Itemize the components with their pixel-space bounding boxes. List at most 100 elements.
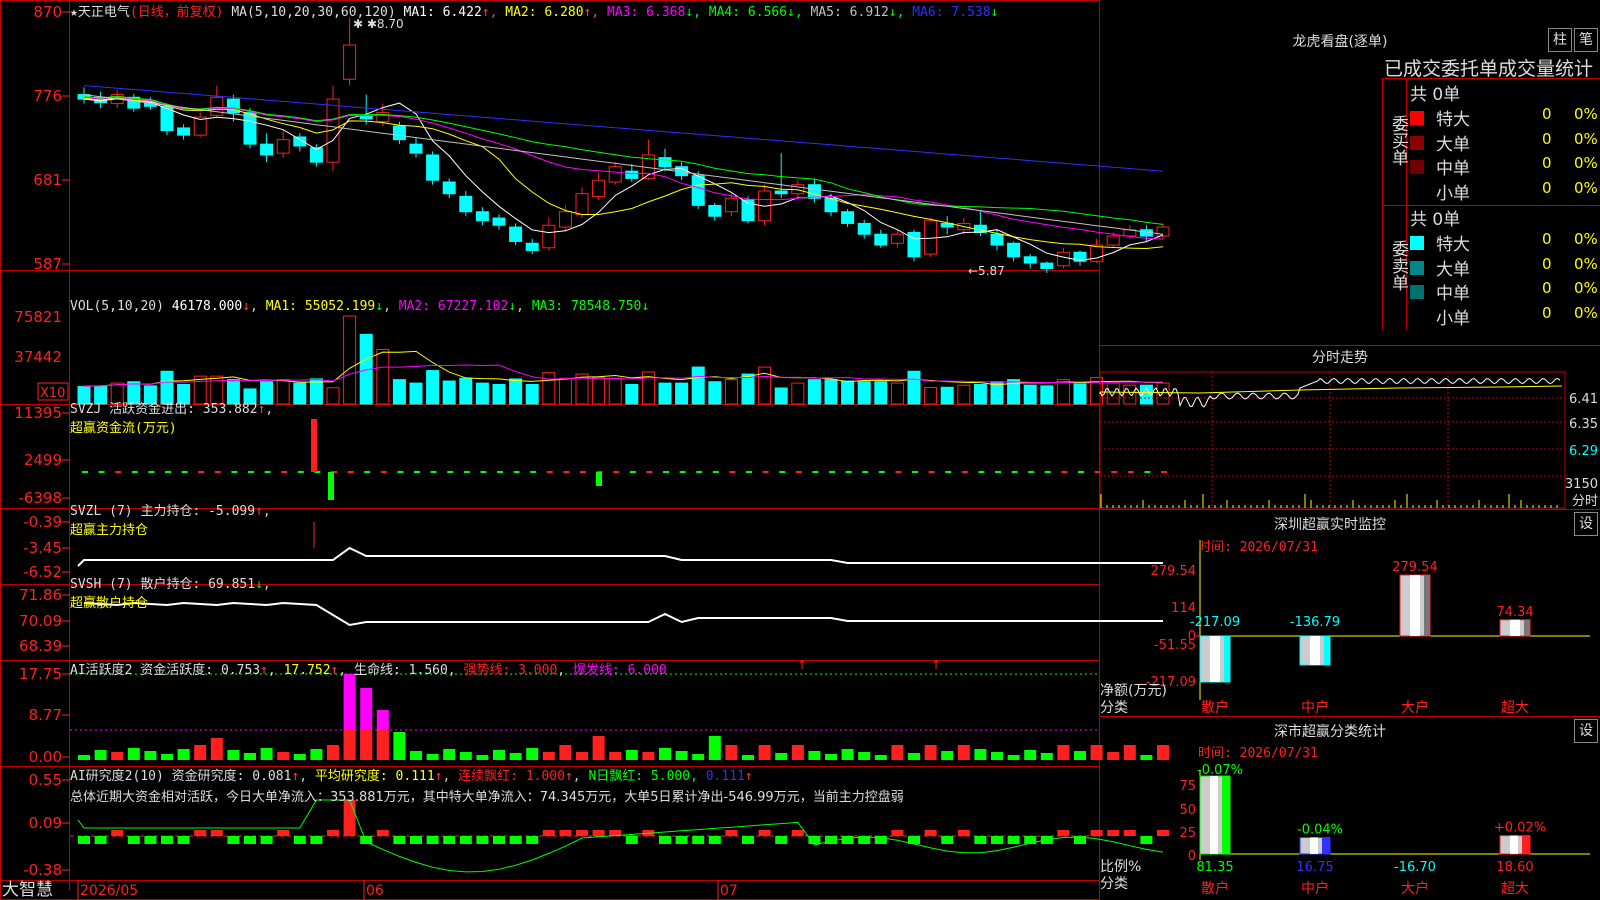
sz-class-cat-0: 散户	[1201, 880, 1229, 897]
svzl-title: SVZL (7) 主力持仓: -5.099	[70, 504, 256, 519]
activity-bar	[542, 752, 555, 760]
candle	[890, 233, 904, 244]
research-bar	[1140, 836, 1153, 844]
svzj-dash	[580, 471, 586, 473]
svzj-dash	[248, 471, 254, 473]
tick-mode-button[interactable]: 笔	[1574, 28, 1598, 52]
svsh-header: SVSH (7) 散户持仓: 69.851↓, 超赢散户持仓	[70, 577, 271, 611]
svzj-dash	[231, 471, 238, 473]
svzj-dash	[1044, 471, 1051, 473]
candle	[442, 181, 456, 195]
candle	[542, 224, 556, 249]
volume-bar	[758, 366, 772, 405]
vol-header: VOL(5,10,20) 46178.000↓, MA1: 55052.199↓…	[70, 299, 650, 314]
activity-bar	[327, 745, 339, 760]
svzj-dash	[281, 471, 288, 473]
svzj-spike-up	[311, 419, 317, 472]
research-bar	[758, 830, 771, 836]
research-bar	[360, 836, 373, 844]
activity-bar	[459, 752, 472, 760]
research-bar	[791, 830, 804, 836]
bar-mode-button[interactable]: 柱	[1548, 28, 1572, 52]
sell-total: 共 0单	[1410, 210, 1461, 230]
sz-class-title: 深市超赢分类统计	[1274, 724, 1386, 740]
ai-activity-header: AI活跃度2 资金活跃度: 0.753↑, 17.752↑, 生命线: 1.56…	[70, 663, 667, 678]
volume-bar	[442, 380, 456, 405]
candle	[475, 211, 489, 222]
research-bar	[293, 836, 306, 844]
svzl-axis-0: -0.39	[23, 513, 62, 531]
svzj-dash	[198, 471, 205, 473]
sz-class-cat-2: 大户	[1401, 880, 1429, 897]
activity-bar	[227, 750, 240, 760]
svzj-dash	[978, 471, 985, 473]
svzj-dash	[115, 471, 122, 473]
ma-value-6: MA6: 7.538	[904, 5, 991, 20]
activity-bar	[808, 751, 821, 760]
volume-bar	[376, 348, 390, 405]
sz-monitor-value-3: 74.34	[1496, 605, 1533, 620]
svzj-axis-0: 11395	[14, 404, 62, 422]
research-bar	[924, 830, 937, 836]
sz-class-time: 时间: 2026/07/31	[1198, 746, 1318, 761]
research-bar	[509, 836, 522, 844]
research-bar	[194, 830, 207, 836]
research-bar	[1123, 830, 1136, 836]
svzj-dash	[712, 471, 719, 473]
svzj-dash	[181, 471, 188, 473]
sell-rows-name-0: 特大	[1436, 235, 1470, 255]
research-bar	[1090, 830, 1103, 836]
activity-bar	[293, 754, 306, 760]
activity-bar	[493, 750, 505, 760]
sz-monitor-cat-1: 中户	[1301, 699, 1329, 716]
vol-value: 46178.000	[171, 299, 243, 314]
candle	[658, 157, 672, 168]
volume-bar	[276, 379, 290, 405]
activity-bar	[609, 752, 622, 760]
svzj-dash	[131, 471, 138, 473]
sz-monitor-settings-button[interactable]: 设	[1574, 512, 1598, 536]
ai-research-title: AI研究度2(10) 资金研究度: 0.081	[70, 769, 292, 784]
research-bar	[443, 836, 456, 844]
volume-bar	[940, 386, 954, 405]
activity-bar	[625, 750, 638, 760]
buy-rows-count-0: 0	[1542, 105, 1552, 123]
svzj-dash	[513, 471, 520, 473]
research-bar	[1157, 830, 1169, 836]
activity-bar	[194, 745, 207, 760]
candle	[1040, 262, 1054, 269]
svsh-axis-1: 70.09	[19, 612, 62, 630]
activity-bar-base	[360, 730, 373, 760]
sz-class-settings-button[interactable]: 设	[1574, 719, 1598, 743]
chart-header: ★天正电气(日线，前复权) MA(5,10,20,30,60,120) MA1:…	[70, 1, 998, 20]
ai-summary: 总体近期大资金相对活跃，今日大单净流入：353.881万元，其中特大单净流入：7…	[70, 790, 904, 805]
buy-rows-count-3: 0	[1542, 178, 1552, 197]
activity-arrow-1: ↑	[797, 658, 807, 672]
svzj-dash	[1111, 471, 1118, 473]
candle	[691, 175, 705, 206]
ai-activity-strong: 强势线: 3.000	[463, 663, 558, 678]
sz-monitor-value-1: -136.79	[1290, 615, 1340, 630]
svzj-dash	[878, 471, 885, 473]
brand-label: 大智慧	[2, 880, 53, 900]
volume-bar	[625, 384, 639, 405]
ma-value-1: MA1: 6.422	[403, 5, 482, 20]
sz-class-bar-0	[1199, 775, 1231, 855]
candle	[1023, 256, 1037, 264]
ai-research-red: 连续飘红: 1.000	[458, 769, 565, 784]
minute-tick-0: 6.41	[1569, 392, 1598, 407]
sell-rows-pct-3: 0%	[1574, 303, 1598, 322]
activity-bar	[127, 748, 140, 760]
research-bar	[941, 836, 954, 844]
sz-monitor-tick-0: 279.54	[1151, 564, 1197, 579]
svzj-dash	[746, 471, 752, 473]
research-bar	[1107, 830, 1120, 836]
research-bar	[144, 836, 157, 844]
svzj-dash	[430, 471, 437, 473]
volume-bar	[509, 378, 523, 405]
ai-research-last: 0.111	[705, 769, 745, 784]
svzj-dash	[1161, 471, 1167, 473]
activity-bar	[1140, 755, 1153, 760]
svzj-dash	[347, 471, 354, 473]
svzj-dash	[546, 471, 553, 473]
